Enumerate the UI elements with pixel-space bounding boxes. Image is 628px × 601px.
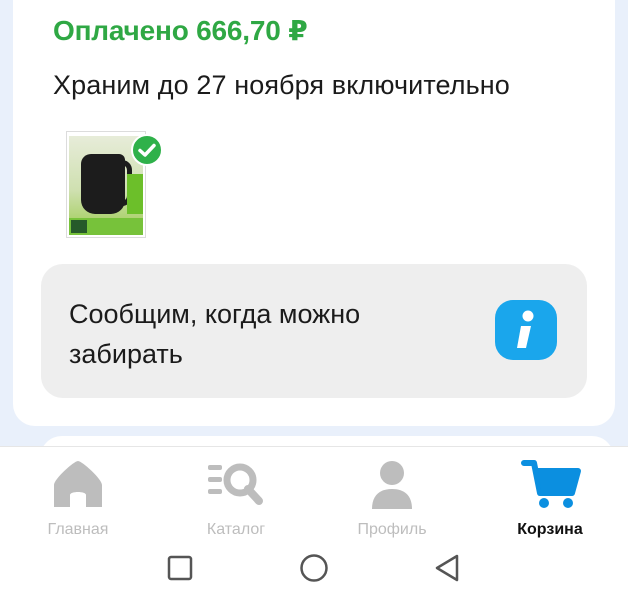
- tab-profile[interactable]: Профиль: [332, 455, 452, 545]
- tab-catalog[interactable]: Каталог: [176, 455, 296, 545]
- bottom-tab-bar: Главная Каталог Профиль Корзина: [0, 446, 628, 601]
- order-card: Оплачено 666,70 ₽ Храним до 27 ноября вк…: [13, 0, 615, 426]
- notify-panel: Сообщим, когда можно забирать: [41, 264, 587, 398]
- notify-text: Сообщим, когда можно забирать: [69, 299, 361, 369]
- checkmark-icon: [131, 134, 163, 166]
- tab-home-label: Главная: [47, 521, 109, 538]
- tab-catalog-label: Каталог: [206, 521, 266, 538]
- paid-amount: Оплачено 666,70 ₽: [53, 15, 308, 46]
- cart-icon: [521, 460, 581, 508]
- back-triangle-icon[interactable]: [432, 552, 462, 584]
- catalog-search-icon: [208, 463, 263, 505]
- recents-square-icon[interactable]: [166, 554, 194, 582]
- box-strip-dark: [71, 220, 87, 233]
- tab-cart-label: Корзина: [517, 521, 583, 538]
- home-icon: [54, 461, 102, 507]
- info-icon[interactable]: [495, 300, 557, 360]
- storage-deadline: Храним до 27 ноября включительно: [53, 70, 510, 100]
- tab-cart[interactable]: Корзина: [490, 455, 610, 545]
- tab-profile-label: Профиль: [357, 521, 427, 538]
- tab-home[interactable]: Главная: [18, 455, 138, 545]
- box-tag: [127, 174, 143, 214]
- home-circle-icon[interactable]: [298, 552, 330, 584]
- profile-icon: [372, 461, 412, 509]
